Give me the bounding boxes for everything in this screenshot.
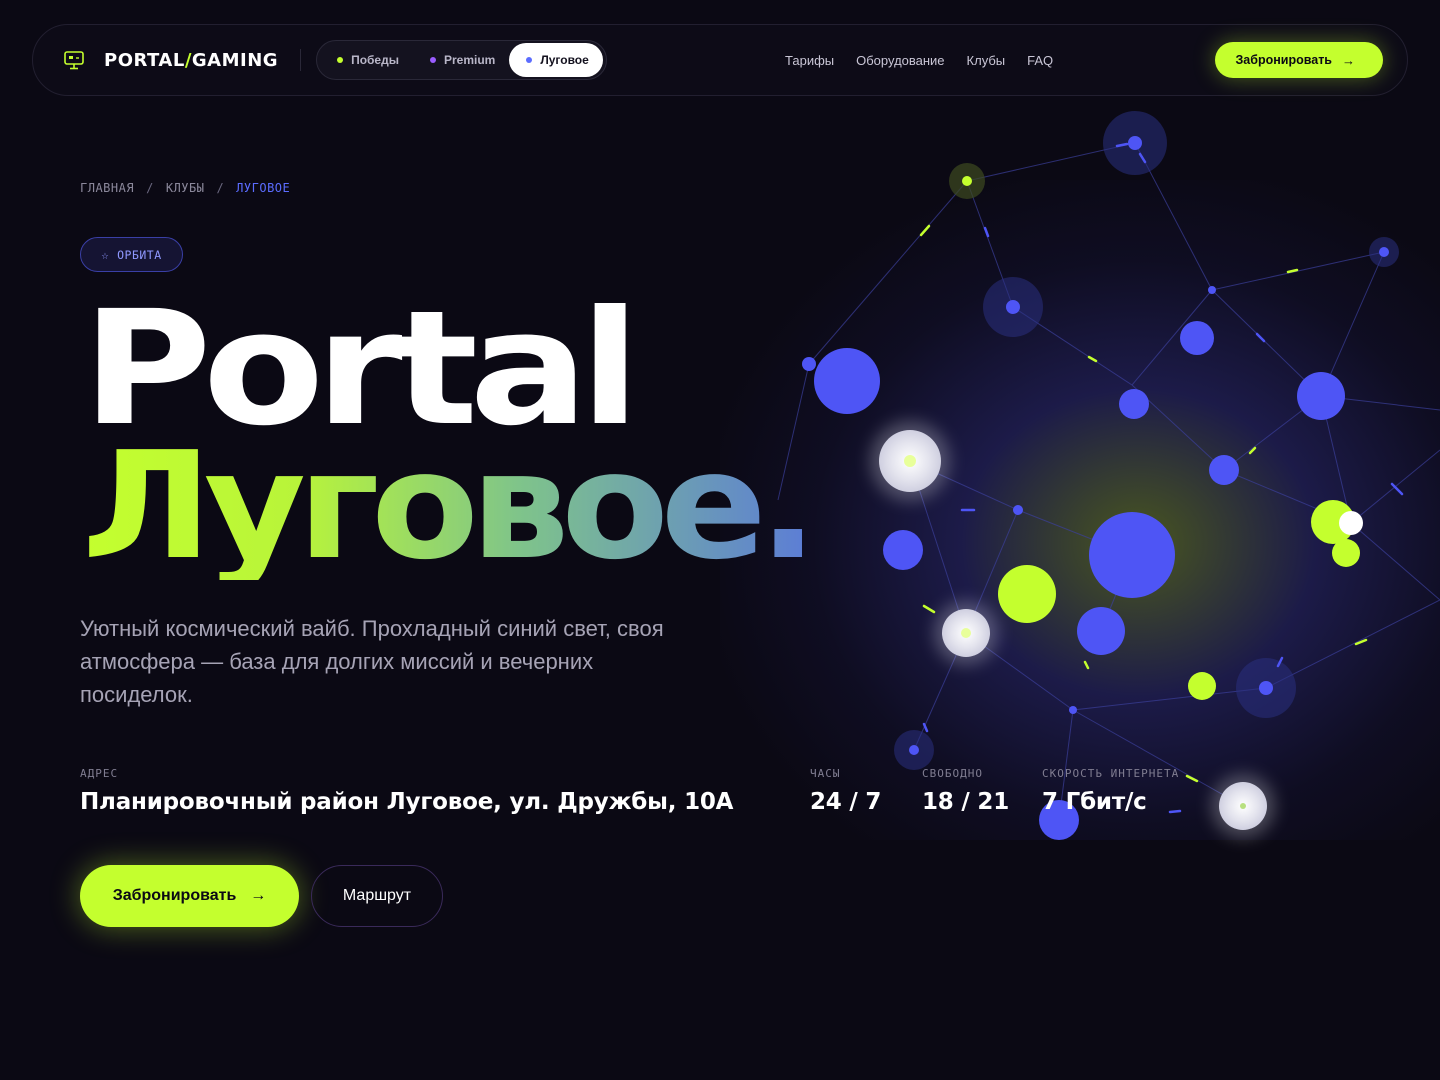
arrow-right-icon: → (1342, 52, 1355, 68)
stat-internet-speed: СКОРОСТЬ ИНТЕРНЕТА 7 Гбит/с (1042, 767, 1180, 815)
hero-description: Уютный космический вайб. Прохладный сини… (80, 616, 664, 707)
main-nav: Тарифы Оборудование Клубы FAQ (785, 53, 1053, 68)
club-switcher: Победы Premium Луговое (316, 40, 607, 80)
breadcrumb-home[interactable]: ГЛАВНАЯ (80, 181, 134, 195)
breadcrumb-separator: / (146, 181, 154, 195)
breadcrumb-clubs[interactable]: КЛУБЫ (166, 181, 205, 195)
breadcrumb-separator: / (216, 181, 225, 195)
star-icon: ☆ (101, 247, 110, 262)
club-tab-pobedy[interactable]: Победы (320, 43, 413, 77)
nav-link-clubs[interactable]: Клубы (967, 53, 1006, 68)
nav-link-equipment[interactable]: Оборудование (856, 53, 944, 68)
nav-link-faq[interactable]: FAQ (1027, 53, 1053, 68)
site-header: PORTAL/GAMING Победы Premium Луговое Тар… (32, 24, 1408, 96)
breadcrumb: ГЛАВНАЯ / КЛУБЫ / ЛУГОВОЕ (80, 181, 290, 195)
stat-hours: ЧАСЫ 24 / 7 (810, 767, 882, 815)
book-button[interactable]: Забронировать → (80, 865, 299, 927)
monitor-icon (64, 51, 84, 70)
brand-logo[interactable]: PORTAL/GAMING (63, 49, 278, 71)
header-divider (300, 49, 302, 71)
stat-free-seats: СВОБОДНО 18 / 21 (922, 767, 1010, 815)
orbit-badge: ☆ ОРБИТА (80, 237, 183, 272)
header-book-button[interactable]: Забронировать → (1215, 42, 1383, 78)
route-button[interactable]: Маршрут (311, 865, 443, 927)
brand-name: PORTAL/GAMING (104, 49, 279, 71)
nav-link-tariffs[interactable]: Тарифы (785, 53, 834, 68)
club-dot-icon (526, 57, 533, 63)
hero-title-line2: Луговое. (82, 420, 818, 592)
stat-address: АДРЕС Планировочный район Луговое, ул. Д… (80, 767, 734, 815)
club-tab-lugovoe[interactable]: Луговое (509, 43, 603, 77)
club-dot-icon (337, 57, 344, 63)
network-illustration (777, 111, 1440, 840)
club-dot-icon (429, 57, 436, 63)
breadcrumb-current: ЛУГОВОЕ (236, 181, 291, 195)
club-tab-premium[interactable]: Premium (413, 43, 509, 77)
arrow-right-icon: → (250, 887, 267, 904)
